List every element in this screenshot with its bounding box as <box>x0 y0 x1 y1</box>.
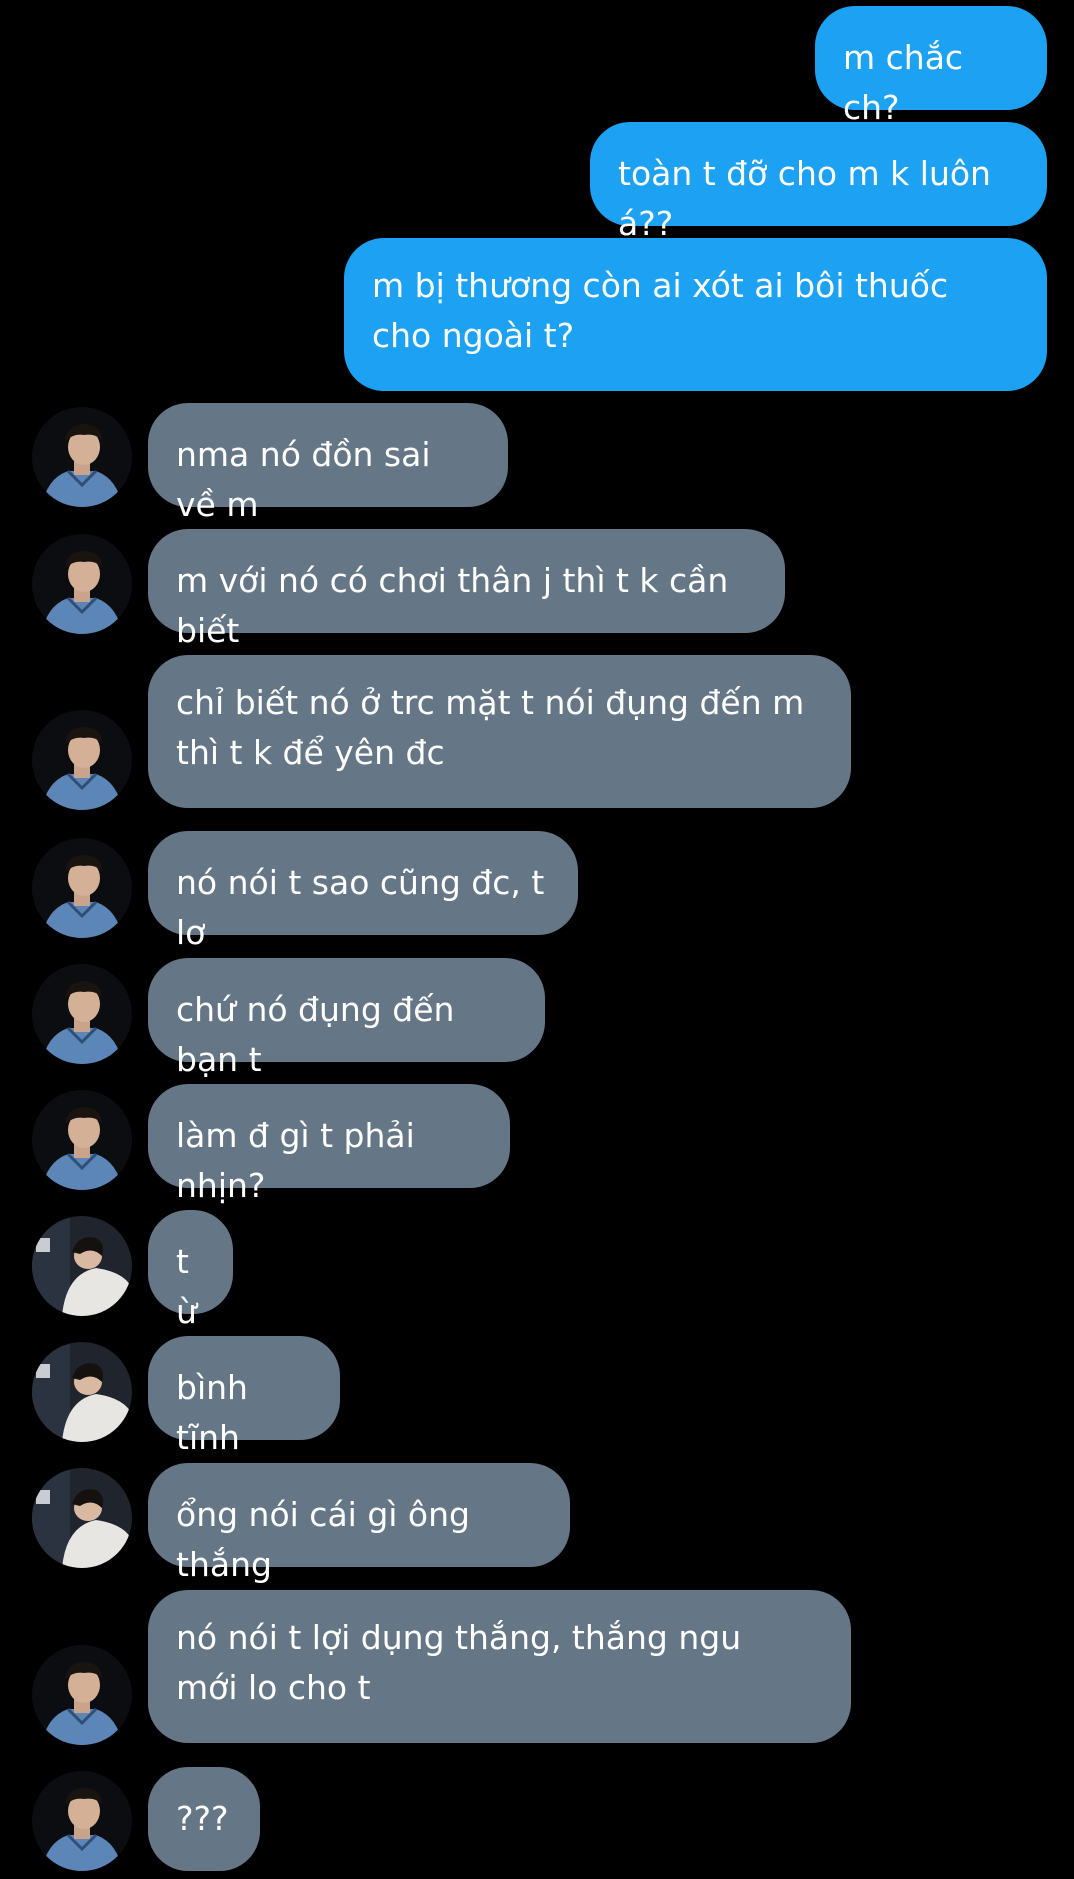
avatar[interactable] <box>32 1342 132 1442</box>
avatar[interactable] <box>32 1468 132 1568</box>
avatar[interactable] <box>32 1645 132 1745</box>
avatar-blue-shirt-icon <box>32 1090 132 1190</box>
message-text: bình tĩnh <box>176 1368 248 1457</box>
message-text: m chắc ch? <box>843 38 964 127</box>
chat-thread: m chắc ch? toàn t đỡ cho m k luôn á?? m … <box>0 0 1074 1879</box>
avatar[interactable] <box>32 838 132 938</box>
message-text: toàn t đỡ cho m k luôn á?? <box>618 154 991 243</box>
avatar-white-shirt-icon <box>32 1216 132 1316</box>
avatar[interactable] <box>32 1216 132 1316</box>
avatar[interactable] <box>32 710 132 810</box>
avatar[interactable] <box>32 407 132 507</box>
avatar-white-shirt-icon <box>32 1468 132 1568</box>
avatar-blue-shirt-icon <box>32 534 132 634</box>
message-bubble-outgoing[interactable]: toàn t đỡ cho m k luôn á?? <box>590 122 1047 243</box>
message-bubble-incoming[interactable]: chỉ biết nó ở trc mặt t nói đụng đến m t… <box>148 655 851 808</box>
message-text: m bị thương còn ai xót ai bôi thuốc cho … <box>372 266 949 355</box>
message-bubble-incoming[interactable]: nó nói t lợi dụng thắng, thắng ngu mới l… <box>148 1590 851 1743</box>
message-text: chứ nó đụng đến bạn t <box>176 990 455 1079</box>
avatar-blue-shirt-icon <box>32 710 132 810</box>
avatar-blue-shirt-icon <box>32 964 132 1064</box>
message-text: nma nó đồn sai về m <box>176 435 431 524</box>
message-bubble-incoming[interactable]: bình tĩnh <box>148 1336 340 1457</box>
message-bubble-incoming[interactable]: chứ nó đụng đến bạn t <box>148 958 545 1079</box>
message-bubble-outgoing[interactable]: m bị thương còn ai xót ai bôi thuốc cho … <box>344 238 1047 391</box>
avatar-blue-shirt-icon <box>32 838 132 938</box>
message-text: từ <box>176 1242 197 1331</box>
avatar-blue-shirt-icon <box>32 1645 132 1745</box>
message-bubble-incoming[interactable]: nó nói t sao cũng đc, t lơ <box>148 831 578 952</box>
avatar-blue-shirt-icon <box>32 407 132 507</box>
avatar[interactable] <box>32 534 132 634</box>
avatar-blue-shirt-icon <box>32 1771 132 1871</box>
message-bubble-incoming[interactable]: ??? <box>148 1767 260 1871</box>
avatar[interactable] <box>32 1090 132 1190</box>
message-text: m với nó có chơi thân j thì t k cần biết <box>176 561 729 650</box>
avatar[interactable] <box>32 1771 132 1871</box>
message-text: nó nói t sao cũng đc, t lơ <box>176 863 545 952</box>
avatar[interactable] <box>32 964 132 1064</box>
message-bubble-incoming[interactable]: nma nó đồn sai về m <box>148 403 508 524</box>
message-bubble-incoming[interactable]: ổng nói cái gì ông thắng <box>148 1463 570 1584</box>
message-text: ổng nói cái gì ông thắng <box>176 1495 470 1584</box>
message-text: nó nói t lợi dụng thắng, thắng ngu mới l… <box>176 1618 742 1707</box>
message-bubble-outgoing[interactable]: m chắc ch? <box>815 6 1047 127</box>
message-text: chỉ biết nó ở trc mặt t nói đụng đến m t… <box>176 683 805 772</box>
message-text: ??? <box>176 1799 229 1838</box>
avatar-white-shirt-icon <box>32 1342 132 1442</box>
message-text: làm đ gì t phải nhịn? <box>176 1116 415 1205</box>
message-bubble-incoming[interactable]: làm đ gì t phải nhịn? <box>148 1084 510 1205</box>
message-bubble-incoming[interactable]: m với nó có chơi thân j thì t k cần biết <box>148 529 785 650</box>
message-bubble-incoming[interactable]: từ <box>148 1210 233 1331</box>
